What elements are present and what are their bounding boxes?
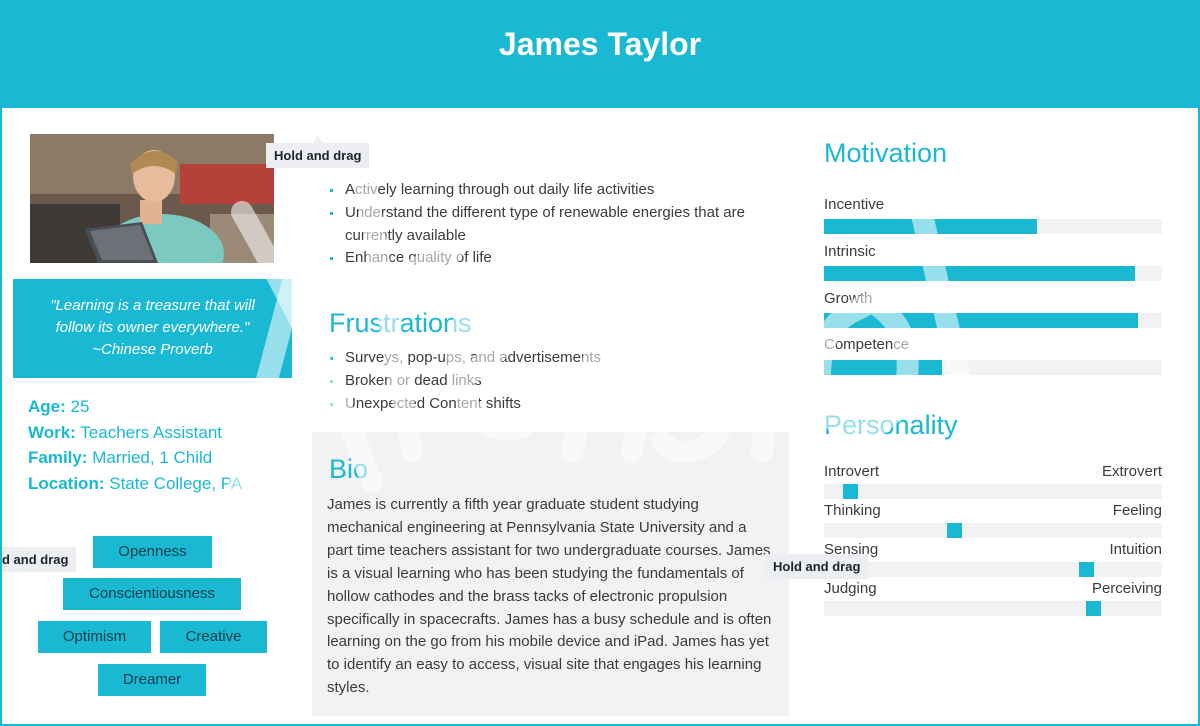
persona-name[interactable]: James Taylor [2,26,1198,63]
personality-slider-sensing-intuition[interactable] [824,562,1162,577]
scale-right-label: Extrovert [1101,463,1162,480]
persona-photo[interactable] [30,134,274,263]
scale-right-label: Intuition [1109,541,1162,558]
quote-line-1: "Learning is a treasure that will [50,297,255,314]
drag-tooltip: Hold and drag [266,143,370,168]
quote-attribution: ~Chinese Proverb [92,341,213,358]
slider-handle[interactable] [1086,601,1101,616]
list-item: Unexpected Content shifts [329,393,779,416]
frustrations-list[interactable]: Surveys, pop-ups, and advertisements Bro… [329,347,779,415]
fact-location: Location: State College, PA [28,473,243,493]
fact-label: Age [28,397,61,416]
drag-tooltip: Hold and drag [765,554,869,579]
bio-text: James is currently a fifth year graduate… [327,496,772,697]
motivation-label: Incentive [824,196,885,213]
list-item: Surveys, pop-ups, and advertisements [329,347,779,370]
motivation-bar-intrinsic[interactable] [824,266,1162,281]
fact-label: Family [28,448,82,467]
frustrations-heading[interactable]: Frustrations [329,308,472,339]
scale-left-label: Introvert [824,463,880,480]
trait-chip-dreamer[interactable]: Dreamer [98,664,206,696]
motivation-label: Intrinsic [824,243,876,260]
trait-chip-creative[interactable]: Creative [160,621,267,653]
fact-value: 25 [70,397,90,416]
bio-heading: Bio [329,454,369,484]
fact-family: Family: Married, 1 Child [28,448,213,467]
motivation-bar-growth[interactable] [824,313,1162,328]
list-item: Understand the different type of renewab… [329,202,779,248]
slider-handle[interactable] [947,523,962,538]
list-item: Actively learning through out daily life… [329,179,779,202]
fact-value: Married, 1 Child [92,448,213,467]
scale-left-label: Judging [824,580,877,597]
scale-left-label: Thinking [824,502,881,519]
header-banner: James Taylor [2,2,1198,108]
fact-age: Age: 25 [28,397,90,416]
bar-fill [824,313,1139,328]
bar-fill [824,219,1037,234]
drag-tooltip-clipped: d and drag [2,547,77,572]
slider-handle[interactable] [843,484,858,499]
personality-heading[interactable]: Personality [824,410,958,441]
demographics[interactable]: Age: 25 Work: Teachers Assistant Family:… [28,394,298,496]
personality-slider-judging-perceiving[interactable] [824,601,1162,616]
photo-image [30,134,274,263]
motivation-bar-incentive[interactable] [824,219,1162,234]
list-item: Broken or dead links [329,370,779,393]
fact-work: Work: Teachers Assistant [28,422,223,442]
motivation-label: Competence [824,336,910,353]
scale-right-label: Perceiving [1091,580,1162,597]
slider-handle[interactable] [1079,562,1094,577]
motivation-bar-competence[interactable] [824,360,1162,375]
quote-line-2: follow its owner everywhere." [55,319,250,336]
trait-chip-optimism[interactable]: Optimism [38,621,151,653]
bar-fill [824,360,943,375]
fact-value: State College, PA [109,473,243,493]
trait-chip-conscientiousness[interactable]: Conscientiousness [63,578,241,610]
quote-block[interactable]: "Learning is a treasure that will follow… [13,279,292,378]
bar-fill [824,266,1135,281]
personality-slider-introvert-extrovert[interactable] [824,484,1162,499]
motivation-label: Growth [824,290,873,307]
trait-chip-openness[interactable]: Openness [93,536,212,568]
persona-canvas: James Taylor "Learning is a treasure tha… [0,0,1200,726]
personality-slider-thinking-feeling[interactable] [824,523,1162,538]
fact-value: Teachers Assistant [80,422,223,442]
motivation-heading[interactable]: Motivation [824,138,947,169]
fact-label: Work [28,422,71,442]
list-item: Enhance quality of life [329,247,779,270]
fact-label: Location [28,473,99,493]
goals-list[interactable]: Actively learning through out daily life… [329,179,779,270]
scale-right-label: Feeling [1112,502,1162,519]
